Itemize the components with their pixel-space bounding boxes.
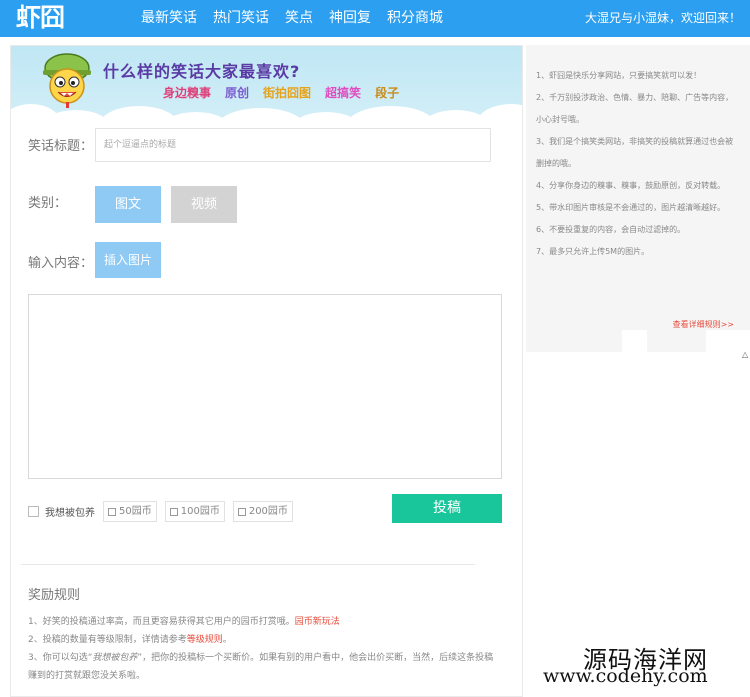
coin-icon — [169, 507, 178, 516]
scroll-up-icon[interactable]: △ — [742, 350, 748, 359]
rule-item: 3、你可以勾选“我想被包养”，把你的投稿标一个买断价。如果有别的用户看中，他会出… — [28, 649, 496, 685]
main-nav: 最新笑话 热门笑话 笑点 神回复 积分商城 — [133, 0, 451, 37]
rule-text: 3、你可以勾选“ — [28, 653, 93, 663]
tip-item: 3、我们是个搞笑类网站，非搞笑的投稿就算通过也会被删掉的哦。 — [536, 137, 734, 168]
rules-title: 奖励规则 — [28, 588, 81, 603]
coin-option-200[interactable]: 200园币 — [232, 501, 293, 522]
banner-tags: 身边糗事 原创 街拍囧图 超搞笑 段子 — [163, 84, 413, 101]
nav-item-latest[interactable]: 最新笑话 — [133, 0, 205, 37]
nav-item-laughs[interactable]: 笑点 — [277, 0, 321, 37]
type-label: 类别： — [28, 196, 68, 211]
banner-tag-street: 街拍囧图 — [263, 86, 312, 100]
coin-option-label: 200园币 — [248, 506, 288, 517]
rule-text: 1、好笑的投稿通过率高，而且更容易获得其它用户的园币打赏哦。 — [28, 617, 295, 627]
blank-area — [622, 330, 647, 352]
title-input[interactable] — [95, 128, 491, 162]
rule-emphasis: 我想被包养 — [92, 653, 138, 663]
coin-icon — [108, 507, 116, 516]
watermark-url: www.codehy.com — [543, 665, 708, 687]
tip-item: 1、虾囧是快乐分享网站，只要搞笑就可以发！ — [536, 71, 702, 80]
top-nav-bar: 虾囧 最新笑话 热门笑话 笑点 神回复 积分商城 大湿兄与小湿妹，欢迎回来！ — [0, 0, 750, 37]
coin-new-play-link[interactable]: 园币新玩法 — [295, 617, 340, 627]
content-label: 输入内容： — [28, 256, 94, 271]
tip-item: 6、不要投重复的内容，会自动过滤掉的。 — [536, 225, 686, 234]
banner-tag-funny: 超搞笑 — [325, 86, 362, 100]
buyout-checkbox[interactable] — [28, 506, 39, 517]
section-divider — [21, 564, 475, 565]
rules-list: 1、好笑的投稿通过率高，而且更容易获得其它用户的园币打赏哦。园币新玩法 2、投稿… — [28, 613, 496, 685]
tip-item: 2、千万别投涉政治、色情、暴力、陪聊、广告等内容，小心封号哦。 — [536, 93, 734, 124]
coin-option-label: 50园币 — [119, 506, 152, 517]
coin-icon — [237, 507, 246, 516]
banner: 什么样的笑话大家最喜欢? 身边糗事 原创 街拍囧图 超搞笑 段子 — [11, 46, 522, 126]
tip-item: 5、带水印图片审核是不会通过的，图片越清晰越好。 — [536, 203, 726, 212]
blank-area — [706, 330, 750, 352]
tips-list: 1、虾囧是快乐分享网站，只要搞笑就可以发！ 2、千万别投涉政治、色情、暴力、陪聊… — [536, 65, 741, 263]
submission-panel: 什么样的笑话大家最喜欢? 身边糗事 原创 街拍囧图 超搞笑 段子 笑话标题： 类… — [10, 45, 523, 697]
rule-text: 。 — [222, 635, 232, 645]
title-label: 笑话标题： — [28, 139, 94, 154]
insert-image-button[interactable]: 插入图片 — [95, 242, 161, 278]
banner-tag-jokes: 段子 — [375, 86, 400, 100]
nav-item-replies[interactable]: 神回复 — [321, 0, 379, 37]
rule-item: 2、投稿的数量有等级限制，详情请参考等级规则。 — [28, 631, 496, 649]
nav-item-store[interactable]: 积分商城 — [379, 0, 451, 37]
tip-item: 4、分享你身边的糗事、糗事，鼓励原创，反对转载。 — [536, 181, 726, 190]
more-rules-link[interactable]: 查看详细规则>> — [673, 319, 734, 330]
rule-item: 1、好笑的投稿通过率高，而且更容易获得其它用户的园币打赏哦。园币新玩法 — [28, 613, 496, 631]
banner-tag-stories: 身边糗事 — [163, 86, 212, 100]
rule-text: 2、投稿的数量有等级限制，详情请参考 — [28, 635, 187, 645]
buyout-label[interactable]: 我想被包养 — [45, 504, 95, 519]
banner-title: 什么样的笑话大家最喜欢? — [103, 62, 301, 81]
site-logo[interactable]: 虾囧 — [16, 2, 65, 34]
content-textarea[interactable] — [28, 294, 502, 479]
level-rules-link[interactable]: 等级规则 — [187, 635, 223, 645]
tips-sidebar: 1、虾囧是快乐分享网站，只要搞笑就可以发！ 2、千万别投涉政治、色情、暴力、陪聊… — [526, 45, 750, 352]
coin-option-100[interactable]: 100园币 — [164, 501, 225, 522]
coin-option-50[interactable]: 50园币 — [103, 501, 157, 522]
nav-item-hot[interactable]: 热门笑话 — [205, 0, 277, 37]
cloud-decoration — [476, 104, 522, 126]
tip-item: 7、最多只允许上传5M的图片。 — [536, 247, 650, 256]
banner-tag-original: 原创 — [225, 86, 250, 100]
coin-option-label: 100园币 — [180, 506, 220, 517]
type-image-text-button[interactable]: 图文 — [95, 186, 161, 223]
submit-button[interactable]: 投稿 — [392, 494, 502, 523]
buyout-row: 我想被包养 50园币 100园币 200园币 — [28, 501, 301, 522]
type-video-button[interactable]: 视频 — [171, 186, 237, 223]
welcome-message[interactable]: 大湿兄与小湿妹，欢迎回来！ — [585, 0, 741, 37]
mascot-icon — [43, 53, 91, 108]
